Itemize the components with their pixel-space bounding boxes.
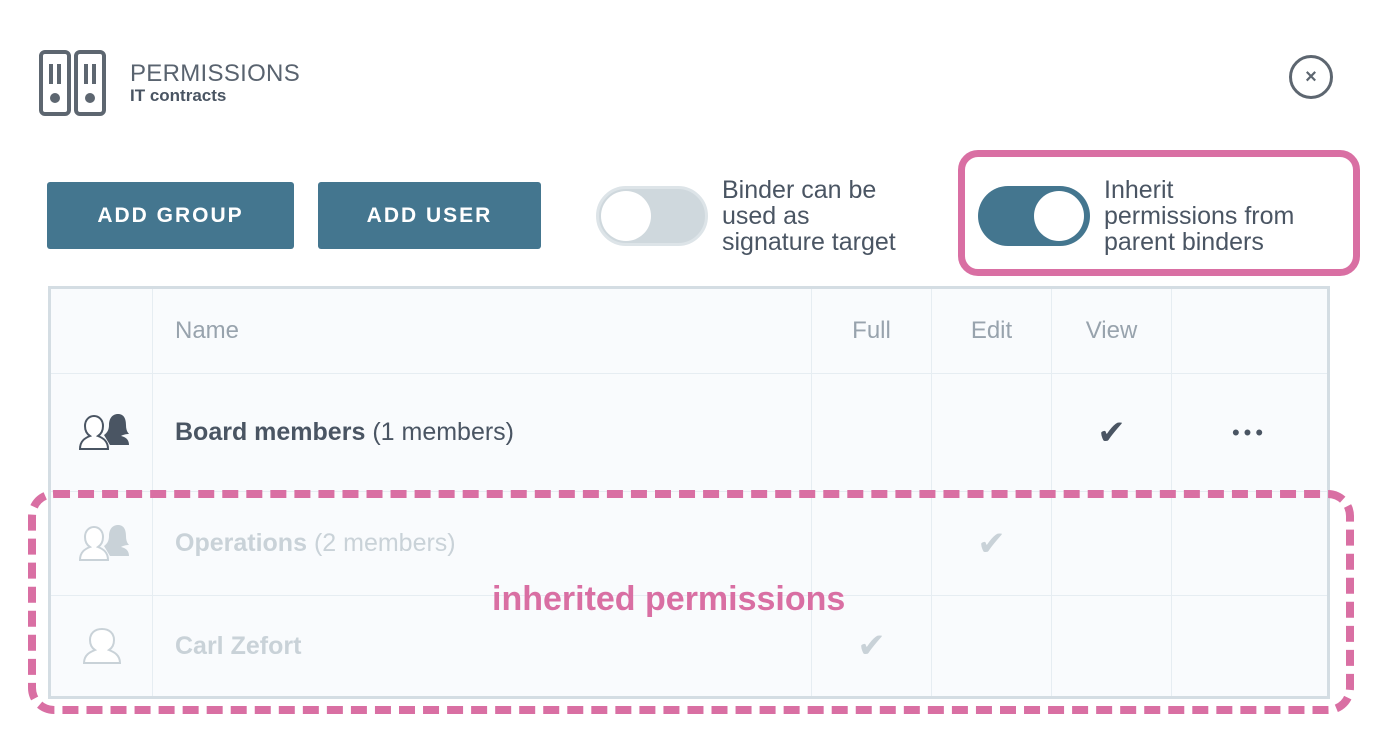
page-subtitle: IT contracts xyxy=(130,86,227,105)
label-line: signature target xyxy=(722,228,896,256)
group-icon xyxy=(49,491,153,596)
inherit-highlight xyxy=(958,150,1360,276)
view-cell xyxy=(1051,491,1172,596)
page-title: PERMISSIONS xyxy=(130,60,300,87)
full-cell[interactable] xyxy=(811,373,932,492)
member-count: (1 members) xyxy=(372,418,514,446)
edit-check-icon: ✔ xyxy=(931,491,1052,596)
add-group-button[interactable]: ADD GROUP xyxy=(47,182,294,249)
close-button[interactable]: × xyxy=(1289,55,1333,99)
edit-cell xyxy=(931,595,1052,698)
close-icon: × xyxy=(1305,65,1317,88)
more-options-button[interactable]: ••• xyxy=(1171,373,1329,492)
view-check-icon[interactable]: ✔ xyxy=(1051,373,1172,492)
actions-cell xyxy=(1171,491,1329,596)
header-icon-cell xyxy=(49,287,153,374)
inherited-annotation: inherited permissions xyxy=(492,580,846,618)
header-view: View xyxy=(1051,287,1172,374)
header-name: Name xyxy=(152,287,812,374)
group-name: Board members xyxy=(175,418,366,446)
edit-cell[interactable] xyxy=(931,373,1052,492)
label-line: Binder can be xyxy=(722,176,877,204)
actions-cell xyxy=(1171,595,1329,698)
header-edit: Edit xyxy=(931,287,1052,374)
group-name: Operations xyxy=(175,529,307,557)
header-actions xyxy=(1171,287,1329,374)
label-line: used as xyxy=(722,202,810,230)
user-name: Carl Zefort xyxy=(175,631,302,660)
signature-target-label: Binder can be used as signature target xyxy=(722,177,896,255)
member-count: (2 members) xyxy=(313,529,456,557)
table-row[interactable]: Board members (1 members) ✔ ••• xyxy=(49,373,1329,492)
permissions-table: Name Full Edit View Board members (1 mem… xyxy=(48,286,1330,699)
table-header: Name Full Edit View xyxy=(49,287,1329,374)
signature-target-toggle[interactable] xyxy=(596,186,708,246)
header-full: Full xyxy=(811,287,932,374)
group-icon xyxy=(49,373,153,492)
row-name: Board members (1 members) xyxy=(152,373,812,492)
add-user-button[interactable]: ADD USER xyxy=(318,182,541,249)
binders-icon xyxy=(38,50,108,121)
view-cell xyxy=(1051,595,1172,698)
user-icon xyxy=(49,595,153,698)
